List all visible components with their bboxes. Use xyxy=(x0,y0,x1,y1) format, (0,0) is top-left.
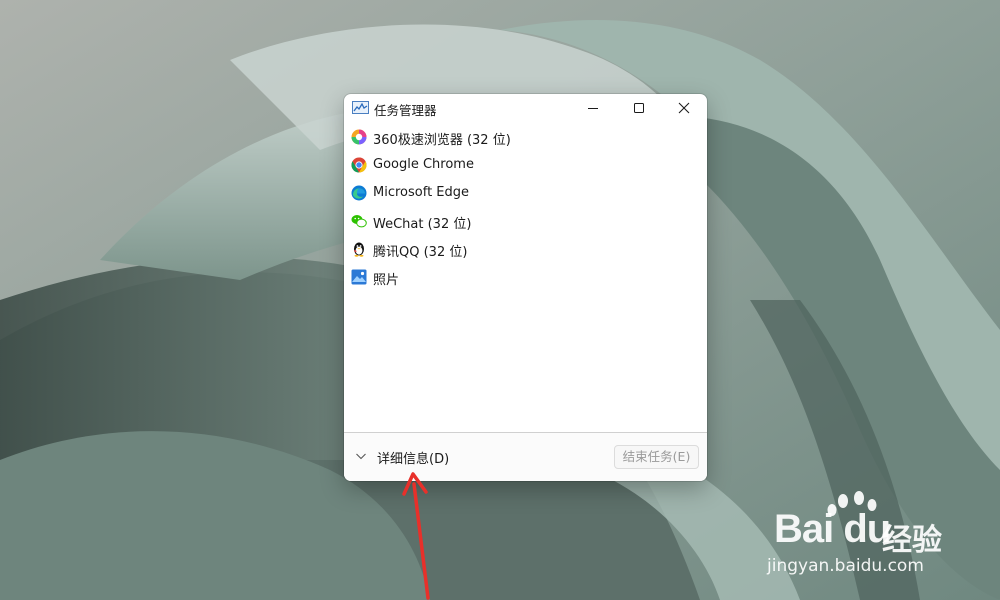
list-item-qq[interactable]: 腾讯QQ (32 位) xyxy=(344,235,707,263)
qq-penguin-icon xyxy=(354,242,364,257)
list-item-chrome[interactable]: Google Chrome xyxy=(344,151,707,179)
list-item-edge[interactable]: Microsoft Edge xyxy=(344,179,707,207)
wechat-icon xyxy=(351,215,367,228)
list-item-label: Google Chrome xyxy=(373,157,474,172)
chrome-icon xyxy=(351,157,367,173)
task-manager-icon xyxy=(352,101,369,114)
close-button[interactable] xyxy=(661,94,707,122)
maximize-button[interactable] xyxy=(616,94,662,122)
list-item-label: 照片 xyxy=(373,273,400,288)
minimize-button[interactable] xyxy=(570,94,616,122)
end-task-button[interactable]: 结束任务(E) xyxy=(614,445,699,469)
360-browser-icon xyxy=(351,129,367,145)
minimize-icon xyxy=(588,108,598,109)
close-icon xyxy=(678,102,690,114)
list-item-360-browser[interactable]: 360极速浏览器 (32 位) xyxy=(344,123,707,151)
list-item-photos[interactable]: 照片 xyxy=(344,263,707,291)
edge-icon xyxy=(351,185,367,201)
footer-bar: 详细信息(D) 结束任务(E) xyxy=(344,433,707,481)
title-bar[interactable]: 任务管理器 xyxy=(344,94,707,122)
list-item-label: Microsoft Edge xyxy=(373,185,470,200)
details-toggle-button[interactable]: 详细信息(D) xyxy=(377,448,449,467)
list-item-label: 腾讯QQ (32 位) xyxy=(373,245,468,260)
watermark-brand: Bai du xyxy=(774,507,891,551)
list-item-label: 360极速浏览器 (32 位) xyxy=(373,133,511,148)
list-item-label: WeChat (32 位) xyxy=(373,217,472,232)
window-title: 任务管理器 xyxy=(374,103,437,118)
list-item-wechat[interactable]: WeChat (32 位) xyxy=(344,207,707,235)
watermark-brand-cn: 经验 xyxy=(882,523,942,558)
task-manager-window: 任务管理器 360极速浏览器 (32 位) Google Chrome Micr… xyxy=(344,94,707,481)
maximize-icon xyxy=(634,103,644,113)
watermark-url: jingyan.baidu.com xyxy=(767,556,924,576)
photos-icon xyxy=(351,269,367,285)
chevron-down-icon[interactable] xyxy=(355,450,367,462)
